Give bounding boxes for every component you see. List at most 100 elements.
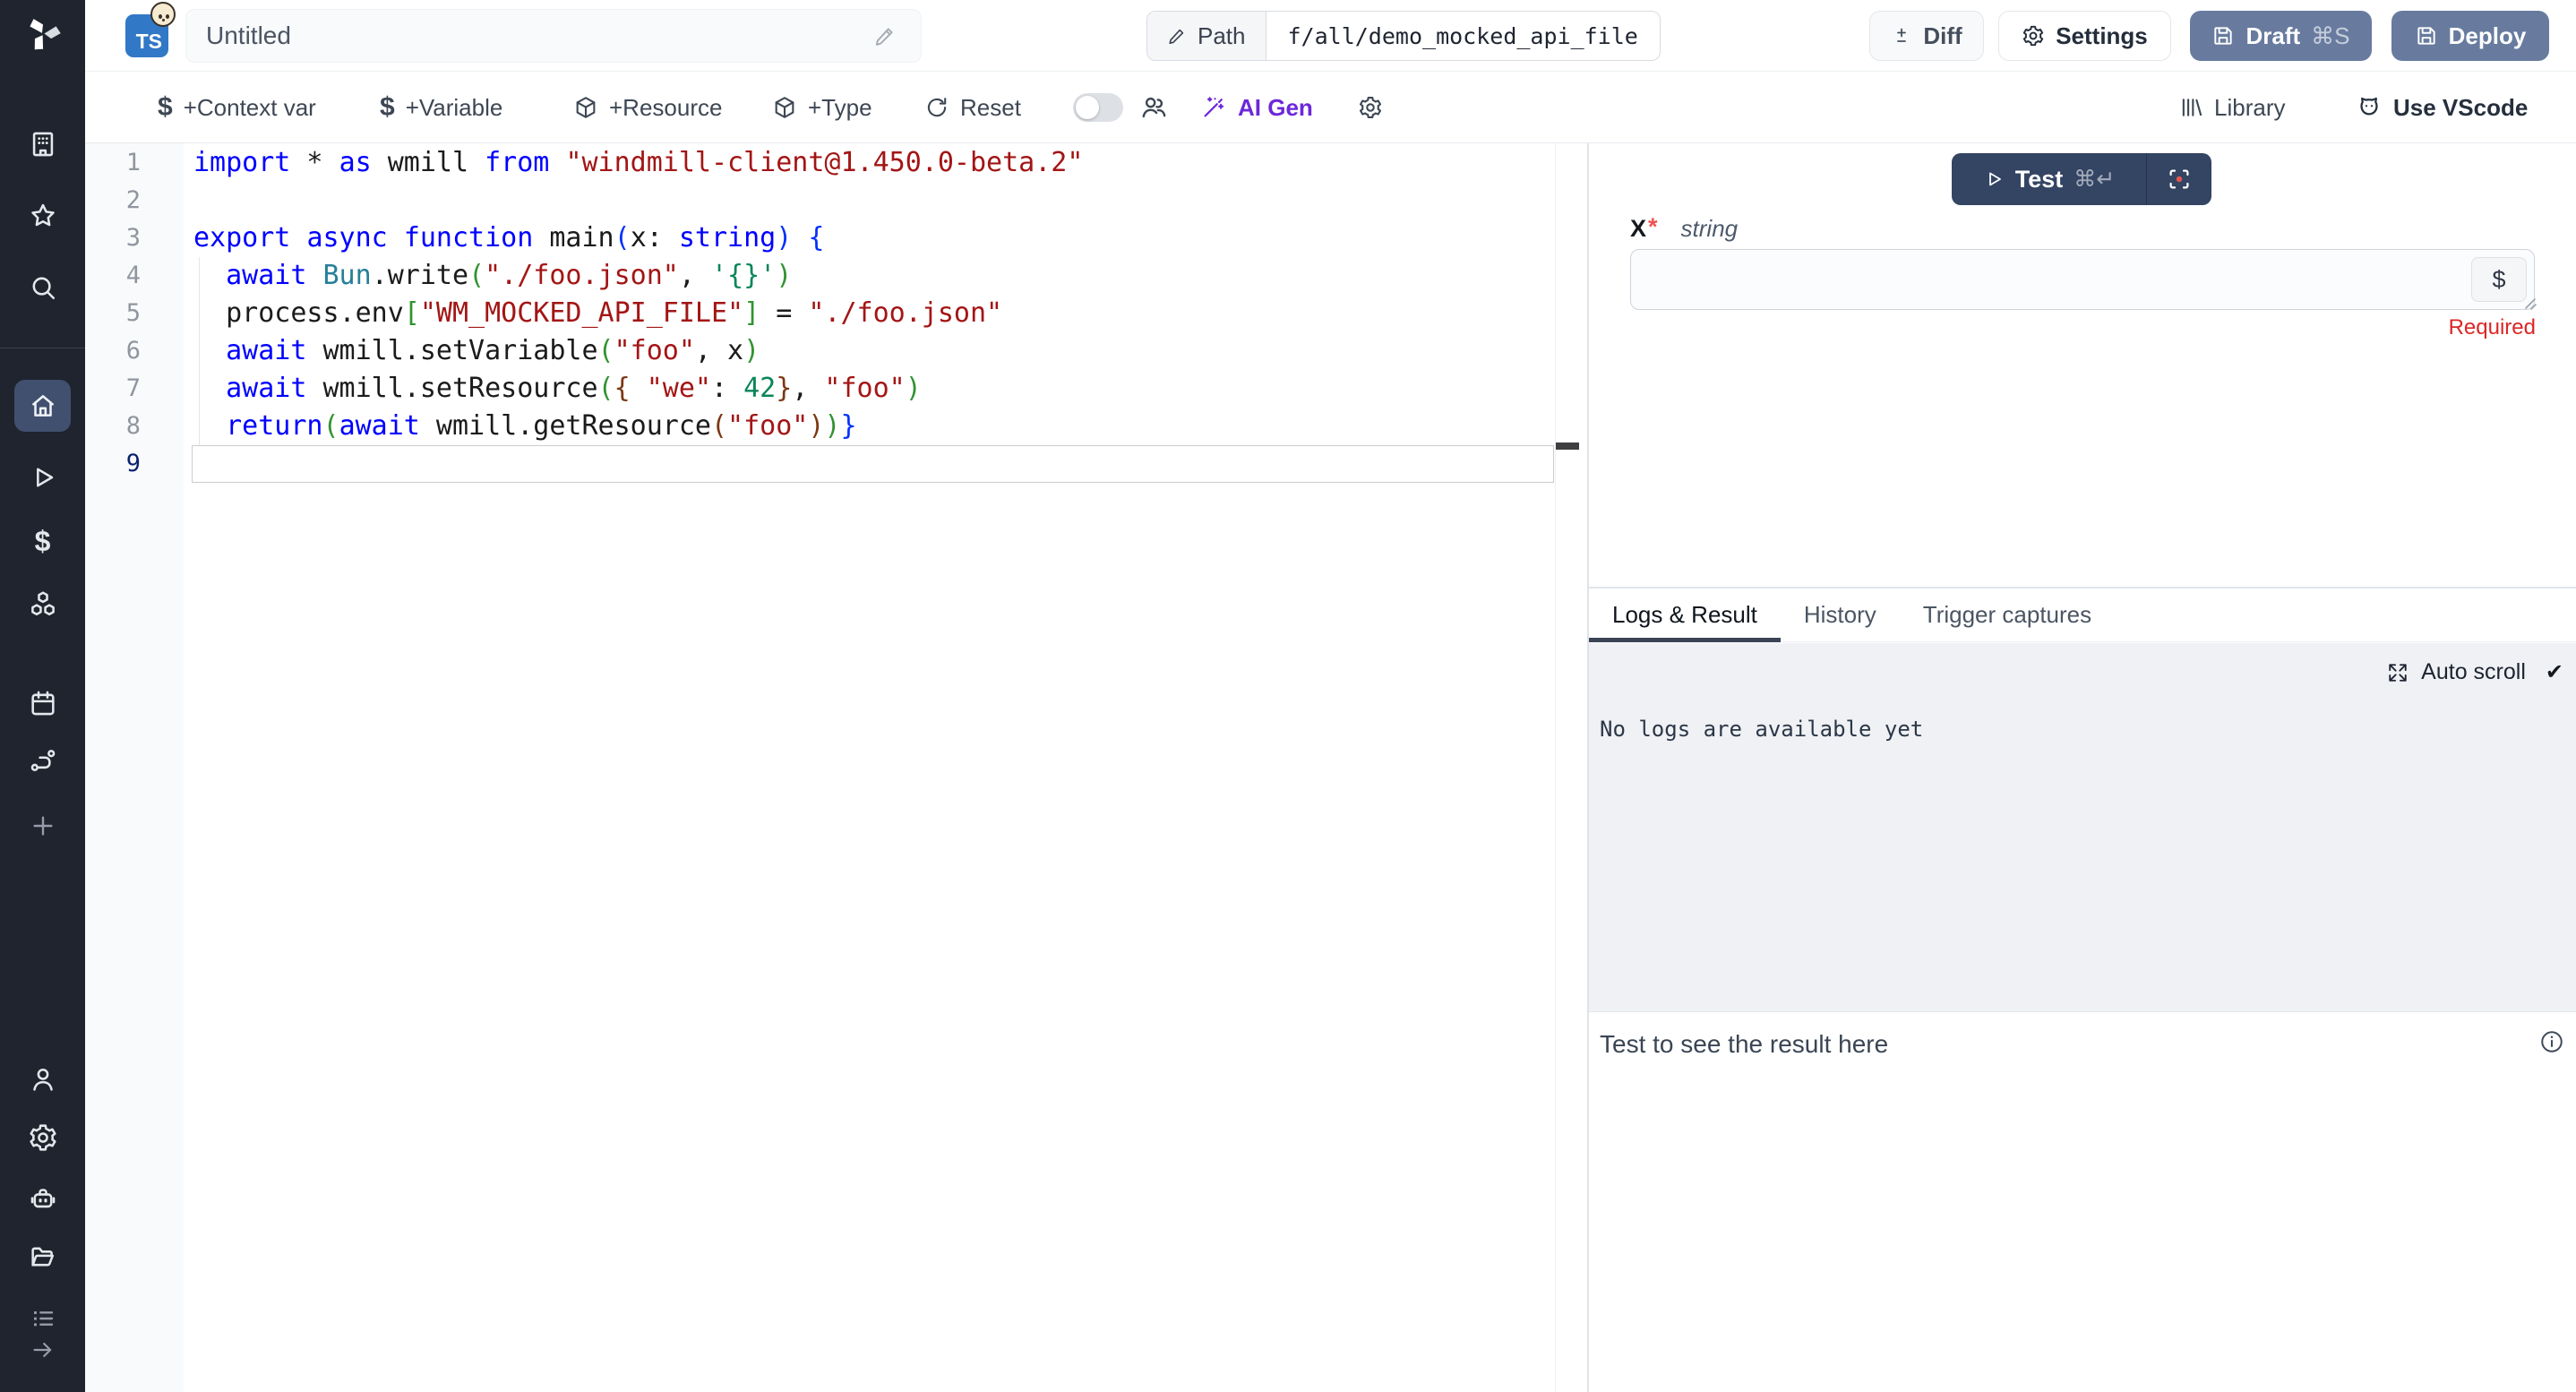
- add-type-button[interactable]: +Type: [772, 72, 872, 143]
- diff-label: Diff: [1923, 22, 1962, 50]
- path-button-label: Path: [1198, 22, 1246, 50]
- sidebar-item-variables[interactable]: $: [0, 525, 85, 558]
- code-line[interactable]: await wmill.setResource({ "we": 42}, "fo…: [193, 370, 1083, 408]
- line-number: 8: [85, 408, 184, 445]
- code-line[interactable]: [193, 182, 1083, 219]
- collapse-sidebar-arrow-icon[interactable]: [0, 1336, 85, 1363]
- sidebar-item-schedules[interactable]: [0, 688, 85, 718]
- code-line[interactable]: return(await wmill.getResource("foo"))}: [193, 408, 1083, 445]
- schedules-calendar-icon: [28, 688, 58, 718]
- ai-gen-label: AI Gen: [1238, 94, 1313, 122]
- settings-button[interactable]: Settings: [1998, 11, 2171, 61]
- result-panel: Test to see the result here: [1589, 1012, 2576, 1392]
- path-control[interactable]: Path f/all/demo_mocked_api_file: [1146, 11, 1661, 61]
- sidebar-item-runs[interactable]: [0, 462, 85, 493]
- flows-route-icon: [28, 745, 58, 776]
- code-line[interactable]: import * as wmill from "windmill-client@…: [193, 144, 1083, 182]
- line-number: 4: [85, 257, 184, 295]
- tabs: Logs & ResultHistoryTrigger captures: [1589, 589, 2576, 642]
- sidebar-item-flows[interactable]: [0, 745, 85, 776]
- collaboration-toggle[interactable]: [1073, 93, 1123, 122]
- test-button[interactable]: Test ⌘↵: [1952, 153, 2146, 205]
- script-title: Untitled: [206, 21, 291, 50]
- favorites-star-icon[interactable]: [0, 201, 85, 231]
- code-line[interactable]: [193, 445, 1083, 483]
- settings-gear-icon: [28, 1122, 58, 1153]
- sidebar-item-settings[interactable]: [0, 1122, 85, 1153]
- reset-label: Reset: [960, 94, 1021, 122]
- sidebar-item-resources[interactable]: [0, 589, 85, 620]
- info-icon[interactable]: [2538, 1028, 2565, 1055]
- add-type-label: +Type: [808, 94, 872, 122]
- add-resource-button[interactable]: +Resource: [573, 72, 722, 143]
- code-line[interactable]: export async function main(x: string) {: [193, 219, 1083, 257]
- add-context-var-label: +Context var: [184, 94, 316, 122]
- package-icon: [573, 95, 598, 120]
- ai-gen-button[interactable]: AI Gen: [1200, 72, 1313, 143]
- add-context-var-button[interactable]: $ +Context var: [158, 72, 316, 143]
- sidebar-item-workers[interactable]: [0, 1182, 85, 1213]
- bun-runtime-icon: [150, 2, 176, 27]
- tab-logs-result[interactable]: Logs & Result: [1589, 589, 1781, 642]
- sidebar-item-audit-logs[interactable]: [0, 1304, 85, 1333]
- tab-trigger-captures[interactable]: Trigger captures: [1900, 589, 2115, 642]
- sidebar-item-folders[interactable]: [0, 1242, 85, 1272]
- code-line[interactable]: await Bun.write("./foo.json", '{}'): [193, 257, 1083, 295]
- collaboration-toggle-group: [1073, 72, 1168, 143]
- code-lines[interactable]: import * as wmill from "windmill-client@…: [193, 144, 1083, 483]
- auto-scroll-toggle[interactable]: Auto scroll ✔: [2385, 659, 2563, 685]
- sidebar: $: [0, 0, 85, 1392]
- sidebar-item-add[interactable]: [0, 812, 85, 840]
- play-icon: [1983, 168, 2005, 190]
- line-number: 6: [85, 332, 184, 370]
- code-line[interactable]: await wmill.setVariable("foo", x): [193, 332, 1083, 370]
- code-line[interactable]: process.env["WM_MOCKED_API_FILE"] = "./f…: [193, 295, 1083, 332]
- line-numbers: 123456789: [85, 144, 184, 483]
- draft-shortcut: ⌘S: [2311, 22, 2349, 50]
- path-button[interactable]: Path: [1147, 12, 1267, 60]
- audit-logs-icon: [29, 1304, 57, 1333]
- capture-test-button[interactable]: [2147, 153, 2211, 205]
- deploy-button[interactable]: Deploy: [2391, 11, 2549, 61]
- code-editor[interactable]: 123456789 import * as wmill from "windmi…: [85, 143, 1587, 1392]
- magic-wand-icon: [1200, 94, 1227, 121]
- path-value[interactable]: f/all/demo_mocked_api_file: [1267, 12, 1660, 60]
- workers-robot-icon: [28, 1182, 58, 1213]
- script-title-input[interactable]: Untitled: [185, 9, 922, 63]
- settings-gear-icon: [2022, 24, 2045, 47]
- line-number: 3: [85, 219, 184, 257]
- sidebar-item-home[interactable]: [14, 380, 71, 432]
- user-icon: [28, 1064, 58, 1095]
- path-value-text: f/all/demo_mocked_api_file: [1288, 23, 1638, 49]
- logs-empty-message: No logs are available yet: [1600, 717, 1923, 742]
- add-variable-button[interactable]: $ +Variable: [380, 72, 502, 143]
- editor-toolbar: $ +Context var $ +Variable +Resource +Ty…: [85, 72, 2576, 143]
- line-number: 5: [85, 295, 184, 332]
- textarea-resize-handle[interactable]: [2517, 290, 2538, 316]
- run-panel: Test ⌘↵ X * string $ Requ: [1587, 143, 2576, 1392]
- windmill-logo[interactable]: [0, 16, 85, 57]
- reset-button[interactable]: Reset: [924, 72, 1021, 143]
- diff-button[interactable]: Diff: [1869, 11, 1984, 61]
- required-error: Required: [2449, 315, 2536, 340]
- tab-history[interactable]: History: [1781, 589, 1900, 642]
- sidebar-item-user[interactable]: [0, 1064, 85, 1095]
- workspace-building-icon[interactable]: [0, 129, 85, 159]
- use-vscode-button[interactable]: Use VScode: [2356, 72, 2528, 143]
- diff-plus-minus-icon: [1891, 25, 1912, 47]
- editor-settings-button[interactable]: [1358, 72, 1383, 143]
- library-icon: [2178, 95, 2203, 120]
- variables-dollar-icon: $: [35, 525, 51, 558]
- overview-ruler-cursor-mark: [1556, 443, 1579, 450]
- reset-refresh-icon: [924, 95, 949, 120]
- line-number: 7: [85, 370, 184, 408]
- library-button[interactable]: Library: [2178, 72, 2285, 143]
- edit-title-pencil-icon[interactable]: [873, 24, 897, 47]
- draft-button[interactable]: Draft ⌘S: [2190, 11, 2372, 61]
- add-variable-label: +Variable: [406, 94, 503, 122]
- x-input[interactable]: $: [1630, 249, 2535, 310]
- topbar: TS Untitled Path f/all/demo_mocked_api_f…: [85, 0, 2576, 72]
- users-icon: [1139, 93, 1168, 122]
- search-icon[interactable]: [0, 272, 85, 303]
- resources-boxes-icon: [28, 589, 58, 620]
